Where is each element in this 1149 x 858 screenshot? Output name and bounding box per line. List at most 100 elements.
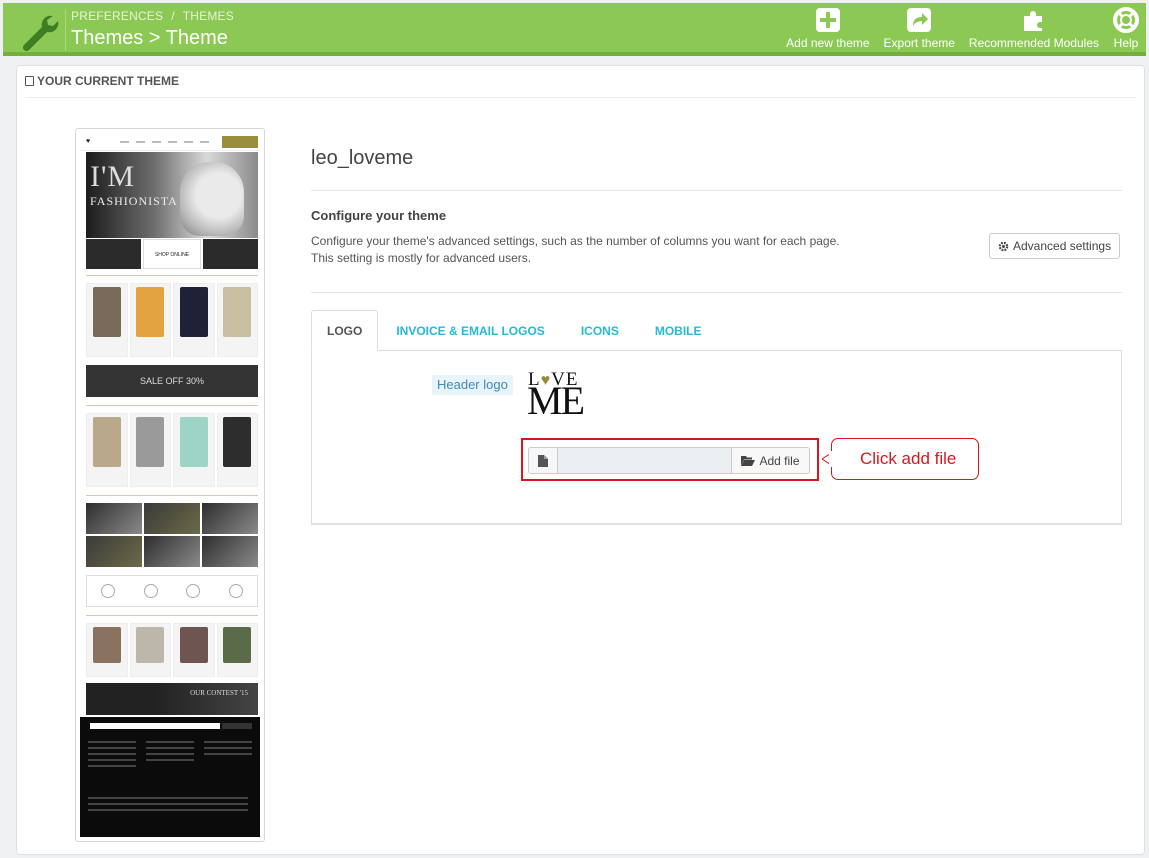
preview-footer-col — [146, 741, 194, 765]
breadcrumb-item-themes[interactable]: THEMES — [183, 9, 234, 23]
preview-product-row — [86, 413, 258, 487]
preview-section-divider — [86, 275, 258, 281]
preview-product — [129, 413, 171, 487]
divider — [311, 292, 1122, 293]
add-new-theme-label: Add new theme — [786, 36, 870, 50]
recommended-modules-label: Recommended Modules — [968, 36, 1099, 50]
export-theme-label: Export theme — [883, 36, 955, 50]
preview-product — [86, 283, 128, 357]
preview-nav-item — [168, 141, 177, 143]
header-divider — [65, 9, 66, 51]
file-upload-group: Add file — [528, 447, 810, 474]
preview-product — [129, 283, 171, 357]
breadcrumb-separator: / — [171, 9, 175, 23]
advanced-settings-button[interactable]: Advanced settings — [989, 233, 1121, 259]
preview-nav-item — [184, 141, 193, 143]
tab-icons[interactable]: ICONS — [563, 310, 637, 351]
preview-badges — [86, 575, 258, 607]
breadcrumb-item-preferences[interactable]: PREFERENCES — [71, 9, 163, 23]
preview-blog-item — [173, 623, 215, 677]
preview-footer-col — [204, 741, 252, 759]
preview-footer-links — [88, 797, 248, 815]
preview-categories — [86, 503, 258, 567]
preview-newsletter-button — [222, 723, 252, 729]
logo-bottom-text: ME — [527, 378, 585, 423]
preview-blog-item — [216, 623, 258, 677]
share-icon — [907, 8, 932, 32]
tab-invoice-email-logos[interactable]: INVOICE & EMAIL LOGOS — [378, 310, 562, 351]
preview-footer-col — [88, 741, 136, 771]
breadcrumb: PREFERENCES / THEMES — [71, 9, 234, 23]
preview-category — [86, 536, 142, 567]
panel-heading-text: YOUR CURRENT THEME — [37, 74, 180, 88]
header-toolbar: Add new theme Export theme Recommended M… — [779, 7, 1146, 51]
callout-pointer-mask — [829, 451, 833, 467]
lifebuoy-icon — [1113, 7, 1139, 33]
folder-open-icon — [741, 456, 756, 466]
theme-preview-image: ♥ I'M FASHIONISTA SHOP ONLINE SALE OFF 3… — [75, 128, 265, 842]
preview-nav-item — [152, 141, 161, 143]
file-name-input[interactable] — [558, 448, 731, 473]
preview-product — [216, 283, 258, 357]
preview-nav-item — [120, 141, 129, 143]
help-button[interactable]: Help — [1106, 7, 1146, 51]
file-icon — [529, 448, 558, 473]
click-add-file-callout: Click add file — [831, 438, 979, 480]
preview-section-divider — [86, 615, 258, 621]
preview-section-divider — [86, 405, 258, 411]
top-header-bar: PREFERENCES / THEMES Themes > Theme Add ne… — [3, 3, 1146, 56]
preview-nav-item — [200, 141, 209, 143]
preview-blog-item — [129, 623, 171, 677]
advanced-settings-label: Advanced settings — [1013, 239, 1112, 253]
add-new-theme-button[interactable]: Add new theme — [779, 7, 876, 51]
preview-badge — [228, 584, 243, 598]
tab-mobile[interactable]: MOBILE — [637, 310, 720, 351]
preview-hero-title: I'M — [90, 160, 136, 193]
header-logo-image: L♥VE ME — [527, 369, 607, 425]
preview-contest-banner: OUR CONTEST '15 — [86, 683, 258, 715]
help-label: Help — [1113, 36, 1139, 50]
html5-icon — [25, 76, 34, 86]
document-icon — [538, 454, 548, 467]
preview-blog-item — [86, 623, 128, 677]
theme-name: leo_loveme — [311, 147, 414, 169]
preview-banner — [202, 239, 258, 269]
add-file-button[interactable]: Add file — [731, 448, 809, 473]
preview-badge — [101, 584, 116, 598]
wrench-icon — [22, 15, 59, 52]
preview-logo: ♥ — [86, 137, 91, 145]
preview-badge — [186, 584, 201, 598]
preview-category — [144, 536, 200, 567]
export-theme-button[interactable]: Export theme — [877, 7, 962, 51]
preview-nav-button — [222, 136, 258, 148]
tab-logo[interactable]: LOGO — [311, 310, 379, 351]
preview-blog-row — [86, 623, 258, 677]
preview-nav: ♥ — [80, 133, 260, 151]
preview-category — [202, 536, 258, 567]
configure-theme-description: Configure your theme's advanced settings… — [311, 234, 840, 265]
preview-hero-subtitle: FASHIONISTA — [90, 194, 178, 208]
plus-square-icon — [815, 8, 840, 32]
divider — [311, 190, 1122, 191]
preview-category — [202, 503, 258, 534]
preview-banner-shop: SHOP ONLINE — [143, 239, 201, 269]
preview-hero-face — [180, 162, 244, 236]
panel-heading: YOUR CURRENT THEME — [25, 74, 1136, 98]
add-file-label: Add file — [759, 453, 800, 468]
preview-sale-banner: SALE OFF 30% — [86, 365, 258, 397]
preview-product — [86, 413, 128, 487]
preview-category — [86, 503, 142, 534]
preview-product — [173, 413, 215, 487]
theme-preview-screenshot: ♥ I'M FASHIONISTA SHOP ONLINE SALE OFF 3… — [80, 133, 260, 837]
preview-product — [216, 413, 258, 487]
puzzle-icon — [1023, 11, 1042, 31]
preview-footer — [80, 717, 260, 837]
preview-section-divider — [86, 495, 258, 501]
preview-nav-item — [136, 141, 145, 143]
header-logo-label: Header logo — [432, 375, 513, 395]
recommended-modules-button[interactable]: Recommended Modules — [962, 7, 1106, 51]
gear-icon — [998, 241, 1009, 251]
preview-product — [173, 283, 215, 357]
preview-category — [144, 503, 200, 534]
preview-banners: SHOP ONLINE — [86, 239, 258, 269]
